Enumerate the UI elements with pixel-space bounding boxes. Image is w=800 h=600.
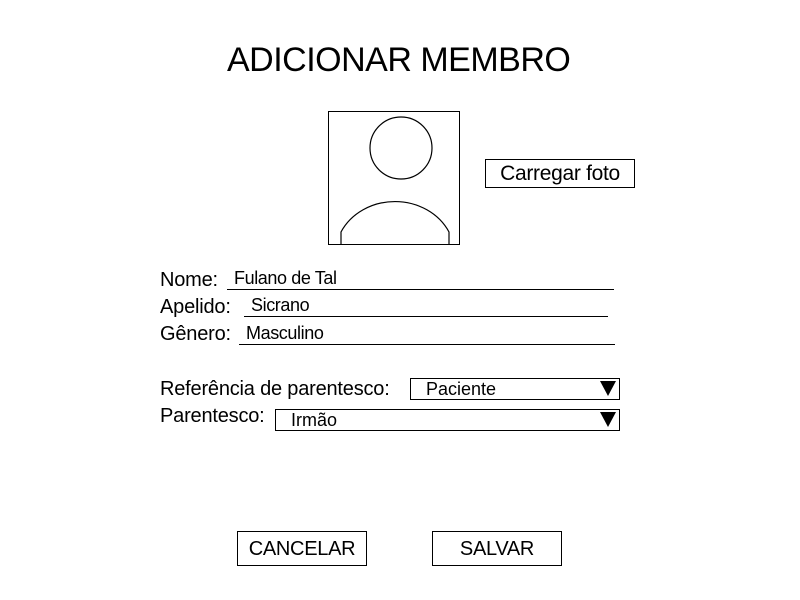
gender-field[interactable] [239,322,615,345]
save-button[interactable]: SALVAR [432,531,562,566]
reference-select[interactable]: Paciente [410,378,620,400]
name-field[interactable] [227,267,614,290]
name-label: Nome: [160,269,218,291]
user-silhouette-icon [340,116,450,244]
gender-label: Gênero: [160,323,231,345]
surname-field[interactable] [244,294,608,317]
reference-label: Referência de parentesco: [160,378,390,400]
surname-label: Apelido: [160,296,231,318]
relationship-select[interactable]: Irmão [275,409,620,431]
page-title: ADICIONAR MEMBRO [227,41,571,79]
photo-placeholder [328,111,460,245]
reference-selected-value: Paciente [426,379,497,399]
relationship-selected-value: Irmão [291,410,338,430]
relationship-label: Parentesco: [160,405,265,427]
upload-photo-button[interactable]: Carregar foto [485,159,635,188]
cancel-button[interactable]: CANCELAR [237,531,367,566]
triangle-down-icon [600,412,616,427]
triangle-down-icon [600,381,616,396]
